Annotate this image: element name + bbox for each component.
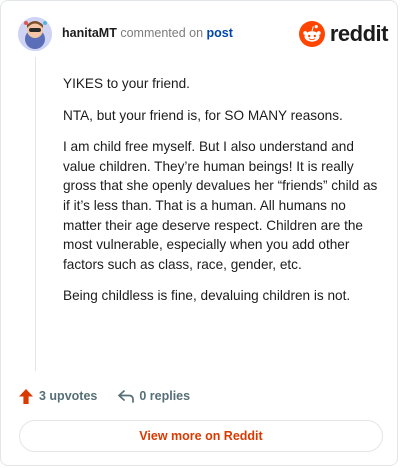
reddit-snoo-icon — [298, 21, 325, 47]
upvote-count: 3 upvotes — [39, 389, 98, 403]
commented-on-text: commented on — [120, 26, 204, 40]
username-link[interactable]: hanitaMT — [62, 26, 117, 40]
view-more-button[interactable]: View more on Reddit — [19, 420, 383, 452]
reply-count: 0 replies — [139, 389, 191, 403]
comment-meta: hanitaMT commented on post — [62, 26, 233, 40]
comment-actions: 3 upvotes 0 replies — [18, 385, 190, 407]
comment-paragraph: I am child free myself. But I also under… — [63, 139, 378, 272]
comment-embed-card: hanitaMT commented on post reddit YIKES … — [0, 0, 398, 466]
reply-arrow-icon — [118, 390, 135, 403]
avatar-icon — [18, 17, 52, 51]
comment-paragraph: YIKES to your friend. — [63, 76, 190, 91]
upvote-button[interactable]: 3 upvotes — [18, 388, 97, 405]
reddit-wordmark: reddit — [329, 21, 389, 46]
comment-paragraph: NTA, but your friend is, for SO MANY rea… — [63, 107, 343, 123]
reddit-logo[interactable]: reddit — [298, 21, 389, 47]
comment-body: YIKES to your friend. NTA, but your frie… — [63, 74, 383, 318]
view-more-label: View more on Reddit — [139, 429, 263, 443]
post-link[interactable]: post — [207, 26, 233, 40]
user-avatar[interactable] — [18, 17, 52, 51]
comment-paragraph: Being childless is fine, devaluing child… — [63, 288, 351, 304]
thread-line — [35, 57, 36, 371]
comment-header: hanitaMT commented on post reddit — [18, 15, 389, 55]
upvote-arrow-icon — [19, 388, 33, 404]
reply-button[interactable]: 0 replies — [117, 388, 190, 404]
